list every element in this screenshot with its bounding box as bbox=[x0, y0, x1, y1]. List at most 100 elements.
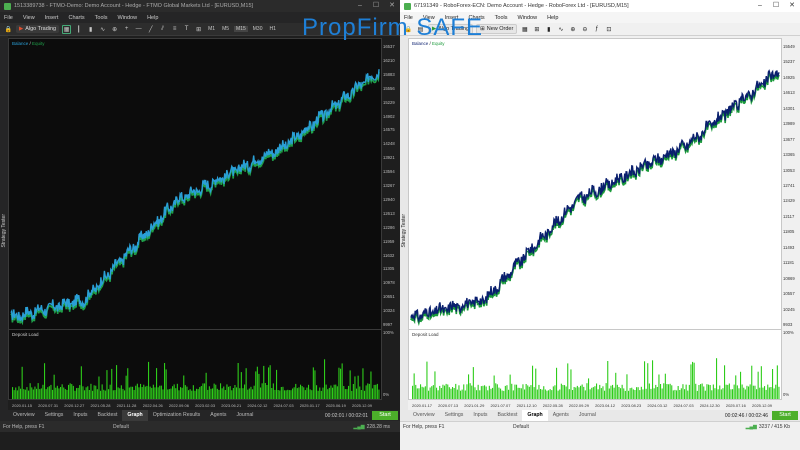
deposit-load-bar bbox=[279, 390, 281, 399]
tab-graph[interactable]: Graph bbox=[122, 410, 148, 421]
zoom-in-icon[interactable]: ⊕ bbox=[110, 25, 119, 34]
menu-charts[interactable]: Charts bbox=[68, 15, 84, 21]
deposit-load-bar bbox=[772, 369, 774, 399]
close-icon[interactable]: ✕ bbox=[784, 0, 800, 12]
shapes-icon[interactable]: ⊞ bbox=[194, 25, 203, 34]
menu-insert[interactable]: Insert bbox=[445, 15, 459, 21]
deposit-load-bar bbox=[368, 383, 370, 399]
menu-file[interactable]: File bbox=[404, 15, 413, 21]
right-start-button[interactable]: Start bbox=[772, 411, 798, 420]
tab-backtest[interactable]: Backtest bbox=[93, 410, 123, 421]
tab-settings[interactable]: Settings bbox=[440, 410, 469, 421]
menu-charts[interactable]: Charts bbox=[468, 15, 484, 21]
new-order-button[interactable]: ⊞ New Order bbox=[476, 24, 518, 34]
text-icon[interactable]: T bbox=[182, 25, 191, 34]
tab-optimization-results[interactable]: Optimization Results bbox=[148, 410, 206, 421]
date-tick-label: 2023.04.12 bbox=[595, 403, 616, 408]
templates-icon[interactable]: ⊡ bbox=[604, 25, 613, 34]
lock-icon[interactable]: 🔒 bbox=[404, 25, 413, 34]
deposit-load-bar bbox=[581, 384, 583, 399]
menu-help[interactable]: Help bbox=[147, 15, 158, 21]
deposit-load-bar bbox=[476, 390, 478, 399]
market-watch-icon[interactable]: ▤ bbox=[416, 25, 425, 34]
tab-agents[interactable]: Agents bbox=[548, 410, 574, 421]
crosshair-icon[interactable]: + bbox=[122, 25, 131, 34]
axis-tick-label: 15229 bbox=[383, 99, 395, 105]
deposit-load-bar bbox=[548, 390, 550, 399]
tab-journal[interactable]: Journal bbox=[574, 410, 601, 421]
left-start-button[interactable]: Start bbox=[372, 411, 398, 420]
minimize-icon[interactable]: – bbox=[352, 0, 368, 12]
lock-icon[interactable]: 🔒 bbox=[4, 25, 13, 34]
timeframe-m15[interactable]: M15 bbox=[234, 26, 248, 32]
left-balance-curve bbox=[10, 69, 380, 326]
deposit-load-bar bbox=[634, 390, 636, 399]
deposit-load-bar bbox=[664, 373, 666, 399]
deposit-load-bar bbox=[346, 389, 348, 399]
bar-chart-icon[interactable]: ┃ bbox=[74, 25, 83, 34]
deposit-load-bar bbox=[188, 390, 190, 399]
timeframe-m30[interactable]: M30 bbox=[251, 26, 265, 32]
deposit-load-bar bbox=[484, 385, 486, 399]
menu-tools[interactable]: Tools bbox=[495, 15, 508, 21]
deposit-load-bar bbox=[562, 385, 564, 399]
deposit-load-bar bbox=[68, 384, 70, 399]
timeframe-m5[interactable]: M5 bbox=[220, 26, 231, 32]
algo-trading-button[interactable]: ▶ Algo Trading bbox=[428, 24, 474, 34]
tab-backtest[interactable]: Backtest bbox=[493, 410, 523, 421]
hline-icon[interactable]: — bbox=[134, 25, 143, 34]
metatrader-logo-icon bbox=[4, 2, 11, 10]
chart-grid-icon[interactable]: ⊞ bbox=[532, 25, 541, 34]
new-chart-icon[interactable]: ▦ bbox=[62, 24, 72, 34]
tab-inputs[interactable]: Inputs bbox=[468, 410, 492, 421]
algo-stop-icon: ▶ bbox=[19, 26, 24, 32]
menu-view[interactable]: View bbox=[23, 15, 35, 21]
line-chart-icon[interactable]: ∿ bbox=[556, 25, 565, 34]
tab-overview[interactable]: Overview bbox=[8, 410, 40, 421]
timeframe-m1[interactable]: M1 bbox=[206, 26, 217, 32]
menu-file[interactable]: File bbox=[4, 15, 13, 21]
indicators-icon[interactable]: ƒ bbox=[592, 25, 601, 34]
maximize-icon[interactable]: ☐ bbox=[768, 0, 784, 12]
deposit-load-bar bbox=[775, 384, 777, 399]
menu-window[interactable]: Window bbox=[518, 15, 538, 21]
fibo-icon[interactable]: ≡ bbox=[170, 25, 179, 34]
zoom-out-icon[interactable]: ⊖ bbox=[580, 25, 589, 34]
channel-icon[interactable]: ⫽ bbox=[158, 25, 167, 34]
tab-agents[interactable]: Agents bbox=[205, 410, 231, 421]
tab-inputs[interactable]: Inputs bbox=[68, 410, 92, 421]
chart-tile-icon[interactable]: ▦ bbox=[520, 25, 529, 34]
timeframe-h1[interactable]: H1 bbox=[268, 26, 278, 32]
menu-view[interactable]: View bbox=[423, 15, 435, 21]
date-tick-label: 2021.05.28 bbox=[90, 403, 111, 408]
maximize-icon[interactable]: ☐ bbox=[368, 0, 384, 12]
left-load-axis: 100% 0% bbox=[382, 330, 400, 400]
deposit-load-bar bbox=[688, 384, 690, 399]
close-icon[interactable]: ✕ bbox=[384, 0, 400, 12]
deposit-load-bar bbox=[175, 388, 177, 399]
tab-journal[interactable]: Journal bbox=[231, 410, 258, 421]
deposit-load-bar bbox=[538, 384, 540, 399]
menu-help[interactable]: Help bbox=[547, 15, 558, 21]
algo-trading-button[interactable]: ▶ Algo Trading bbox=[16, 25, 60, 33]
trendline-icon[interactable]: ╱ bbox=[146, 25, 155, 34]
deposit-load-bar bbox=[76, 388, 78, 399]
deposit-load-bar bbox=[778, 386, 780, 399]
deposit-load-bar bbox=[216, 388, 218, 399]
menu-window[interactable]: Window bbox=[118, 15, 138, 21]
deposit-load-bar bbox=[168, 389, 170, 399]
tab-settings[interactable]: Settings bbox=[40, 410, 69, 421]
tab-graph[interactable]: Graph bbox=[522, 410, 548, 421]
deposit-load-bar bbox=[436, 387, 438, 399]
zoom-in-icon[interactable]: ⊕ bbox=[568, 25, 577, 34]
left-balance-chart: Balance / Equity bbox=[8, 38, 382, 330]
line-chart-icon[interactable]: ∿ bbox=[98, 25, 107, 34]
deposit-load-bar bbox=[560, 383, 562, 399]
candle-chart-icon[interactable]: ▮ bbox=[544, 25, 553, 34]
candle-chart-icon[interactable]: ▮ bbox=[86, 25, 95, 34]
tab-overview[interactable]: Overview bbox=[408, 410, 440, 421]
menu-tools[interactable]: Tools bbox=[95, 15, 108, 21]
menu-insert[interactable]: Insert bbox=[45, 15, 59, 21]
minimize-icon[interactable]: – bbox=[752, 0, 768, 12]
deposit-load-bar bbox=[95, 385, 97, 399]
